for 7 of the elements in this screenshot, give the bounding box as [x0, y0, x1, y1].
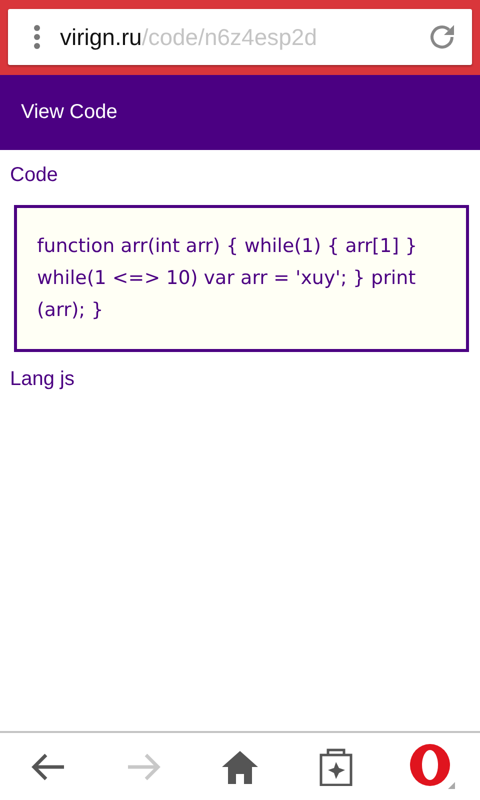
language-label: Lang js: [10, 368, 76, 391]
address-field[interactable]: virign.ru/code/n6z4esp2d: [8, 9, 472, 65]
menu-icon[interactable]: [34, 25, 40, 49]
reload-icon[interactable]: [428, 23, 456, 51]
code-block: function arr(int arr) { while(1) { arr[1] } while(1 <=> 10) var arr = 'xuy'; } print (arr); }: [14, 205, 469, 352]
section-heading: Code: [10, 164, 59, 187]
page-title: View Code: [21, 101, 118, 124]
